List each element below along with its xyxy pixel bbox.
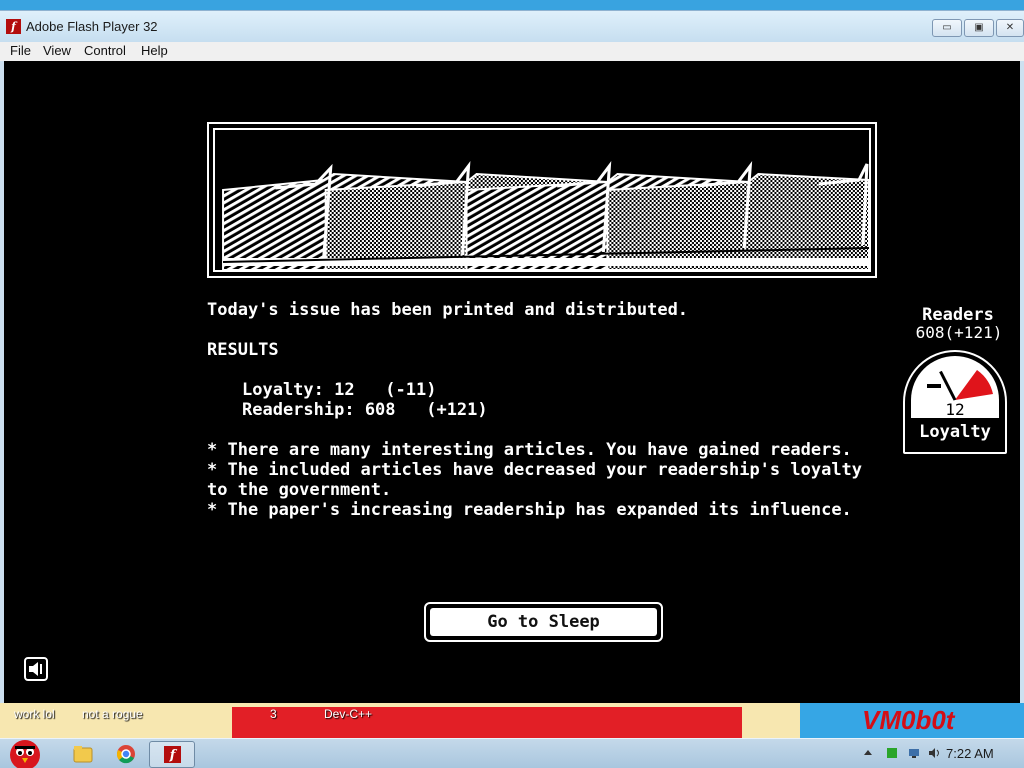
taskbar-clock[interactable]: 7:22 AM xyxy=(946,746,994,761)
press-sheets xyxy=(222,161,869,270)
loyalty-gauge: 12 Loyalty xyxy=(903,350,1007,454)
banner-inner-frame xyxy=(213,128,871,272)
menu-help[interactable]: Help xyxy=(141,43,168,58)
readers-label: Readers xyxy=(922,305,994,325)
flash-player-icon: f xyxy=(164,746,181,763)
menu-view[interactable]: View xyxy=(43,43,71,58)
loyalty-result: Loyalty: 12 (-11) xyxy=(242,380,437,400)
note-item: * The paper's increasing readership has … xyxy=(207,500,852,520)
taskbar: f 7:22 AM xyxy=(0,738,1024,768)
go-to-sleep-label: Go to Sleep xyxy=(430,608,657,636)
minimize-button[interactable]: ▭ xyxy=(932,19,962,37)
tray-arrow-icon[interactable] xyxy=(862,747,874,759)
taskbar-flash-button[interactable]: f xyxy=(149,741,195,768)
results-heading: RESULTS xyxy=(207,340,279,360)
printing-press-banner xyxy=(207,122,877,278)
issue-status-text: Today's issue has been printed and distr… xyxy=(207,300,689,320)
desktop-wallpaper-red xyxy=(232,707,742,738)
go-to-sleep-button[interactable]: Go to Sleep xyxy=(424,602,663,642)
window-title: Adobe Flash Player 32 xyxy=(26,19,158,34)
maximize-button[interactable]: ▣ xyxy=(964,19,994,37)
speaker-icon[interactable] xyxy=(24,657,48,681)
wallpaper-brand-text: VM0b0t xyxy=(862,705,955,735)
menu-bar: File View Control Help xyxy=(0,42,1024,61)
readership-result: Readership: 608 (+121) xyxy=(242,400,488,420)
tray-volume-icon[interactable] xyxy=(928,747,940,759)
explorer-icon[interactable] xyxy=(66,742,98,766)
note-item: * The included articles have decreased y… xyxy=(207,460,863,500)
window-frame-right xyxy=(1020,61,1024,703)
chrome-icon[interactable] xyxy=(110,742,142,766)
desktop-background: work lol not a rogue 3 Dev-C++ VM0b0t xyxy=(0,703,1024,738)
window-titlebar[interactable]: f Adobe Flash Player 32 ▭ ▣ ✕ xyxy=(0,10,1024,42)
printing-press-illustration xyxy=(222,161,869,270)
desktop-icon-label[interactable]: 3 xyxy=(270,707,277,721)
flash-app-icon: f xyxy=(6,19,21,34)
tray-network-icon[interactable] xyxy=(908,747,920,759)
menu-control[interactable]: Control xyxy=(84,43,126,58)
gauge-label: Loyalty xyxy=(919,422,991,442)
tray-flag-icon[interactable] xyxy=(886,747,898,759)
menu-file[interactable]: File xyxy=(10,43,31,58)
start-orb-icon[interactable] xyxy=(2,735,48,768)
desktop-icon-label[interactable]: Dev-C++ xyxy=(324,707,372,721)
results-notes: * There are many interesting articles. Y… xyxy=(207,440,887,520)
readers-value: 608(+121) xyxy=(915,323,1003,342)
desktop-icon-label[interactable]: not a rogue xyxy=(82,707,143,721)
note-item: * There are many interesting articles. Y… xyxy=(207,440,852,460)
gauge-value: 12 xyxy=(945,400,965,419)
desktop-top-strip xyxy=(0,0,1024,10)
desktop-icon-label[interactable]: work lol xyxy=(14,707,55,721)
close-button[interactable]: ✕ xyxy=(996,19,1024,37)
